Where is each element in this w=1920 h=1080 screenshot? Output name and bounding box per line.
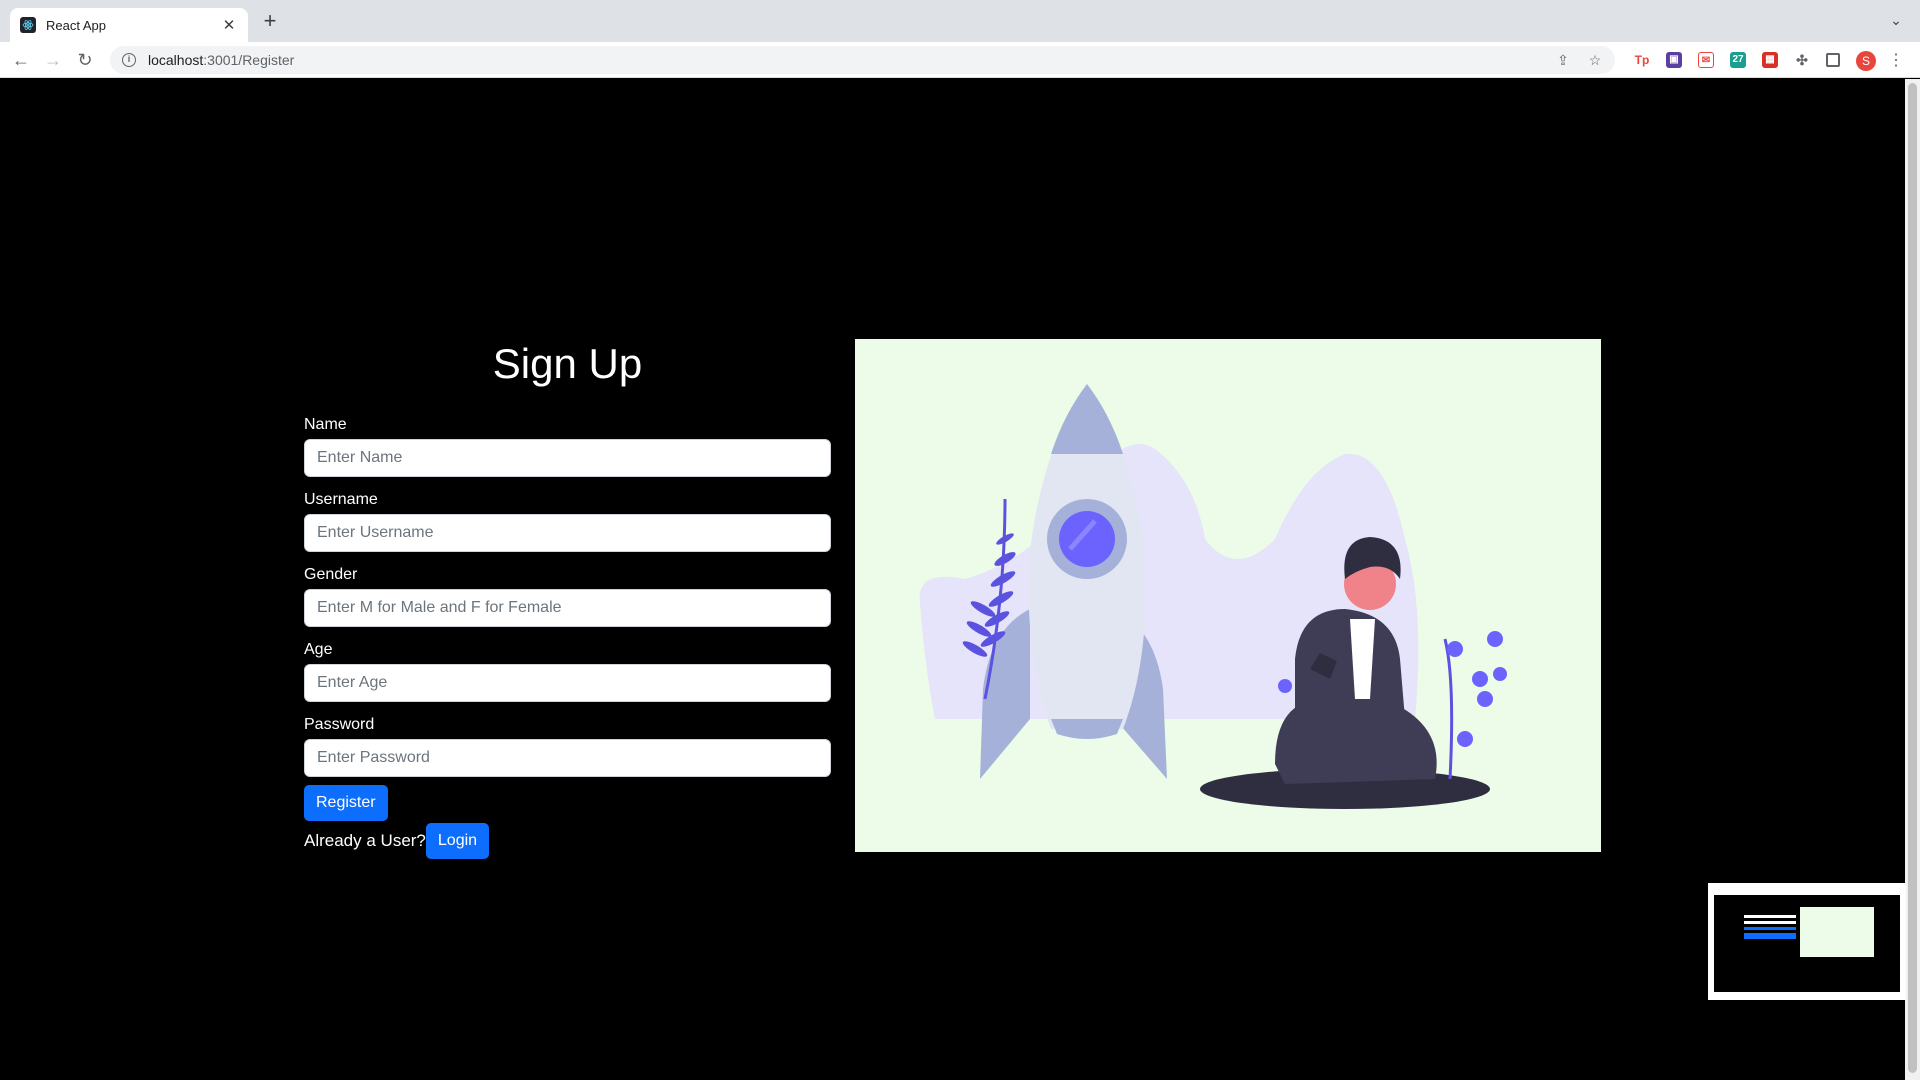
name-label: Name — [304, 416, 347, 433]
extension-purple-icon[interactable]: ▣ — [1666, 52, 1682, 68]
extension-green-icon[interactable]: 27 — [1730, 52, 1746, 68]
thumbnail-form — [1744, 915, 1796, 939]
password-label: Password — [304, 716, 375, 733]
browser-tab[interactable]: React App ✕ — [10, 8, 248, 42]
rocket-illustration — [855, 339, 1601, 852]
browser-toolbar: ← → ↻ i localhost:3001/Register ⇪ ☆ Tp ▣… — [0, 42, 1920, 78]
gender-input[interactable] — [304, 589, 831, 627]
react-icon — [20, 17, 36, 33]
password-input[interactable] — [304, 739, 831, 777]
page-preview-thumbnail[interactable] — [1708, 883, 1906, 1000]
login-button[interactable]: Login — [425, 823, 490, 859]
sidebar-icon[interactable] — [1826, 53, 1840, 67]
already-user-text: Already a User? — [304, 831, 426, 850]
forward-arrow-icon[interactable]: → — [42, 49, 64, 71]
signup-form: Sign Up Name Username Gender Age Passwor… — [304, 340, 831, 859]
scrollbar[interactable] — [1905, 79, 1920, 1080]
more-vert-icon[interactable]: ⋮ — [1888, 50, 1904, 72]
page-title: Sign Up — [492, 340, 643, 387]
scrollbar-thumb[interactable] — [1908, 83, 1917, 1073]
star-icon[interactable]: ☆ — [1587, 52, 1603, 69]
gender-label: Gender — [304, 566, 358, 583]
puzzle-icon[interactable]: ✣ — [1794, 52, 1810, 68]
age-label: Age — [304, 641, 333, 658]
extension-tp-icon[interactable]: Tp — [1634, 52, 1650, 68]
reload-icon[interactable]: ↻ — [74, 49, 96, 71]
back-arrow-icon[interactable]: ← — [10, 49, 32, 71]
plus-icon[interactable]: + — [260, 10, 280, 32]
extension-image-icon[interactable]: ▦ — [1762, 52, 1778, 68]
info-icon[interactable]: i — [122, 53, 136, 67]
username-input[interactable] — [304, 514, 831, 552]
register-button[interactable]: Register — [304, 785, 388, 821]
already-user-row: Already a User? Login — [304, 823, 831, 859]
url-text: localhost:3001/Register — [148, 52, 1539, 68]
username-label: Username — [304, 491, 378, 508]
browser-tabbar: React App ✕ + ⌄ — [0, 0, 1920, 42]
close-icon[interactable]: ✕ — [220, 16, 238, 34]
tab-title: React App — [46, 17, 106, 33]
avatar[interactable]: S — [1856, 51, 1876, 71]
extension-red-icon[interactable]: ✉ — [1698, 52, 1714, 68]
share-icon[interactable]: ⇪ — [1555, 52, 1571, 69]
name-input[interactable] — [304, 439, 831, 477]
chevron-down-icon[interactable]: ⌄ — [1886, 12, 1906, 32]
url-path: :3001/Register — [203, 52, 295, 68]
thumbnail-illustration — [1800, 907, 1874, 957]
address-bar[interactable]: i localhost:3001/Register ⇪ ☆ — [110, 46, 1615, 74]
age-input[interactable] — [304, 664, 831, 702]
url-host: localhost — [148, 52, 204, 68]
thumbnail-content — [1714, 895, 1900, 992]
